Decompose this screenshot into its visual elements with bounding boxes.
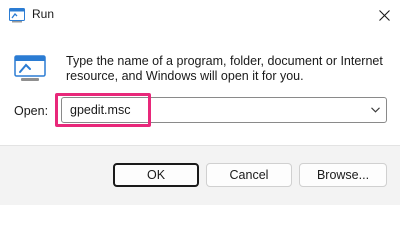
run-dialog: Run Type the name of a program, folder, … [0,0,400,205]
close-icon [378,9,390,21]
close-button[interactable] [368,0,400,30]
title-bar: Run [0,0,400,30]
open-combobox[interactable] [61,97,387,123]
browse-button[interactable]: Browse... [299,163,387,187]
dialog-description: Type the name of a program, folder, docu… [66,54,383,83]
chevron-down-icon [370,107,380,113]
open-label: Open: [14,104,49,118]
open-dropdown-button[interactable] [364,98,386,122]
open-input[interactable] [70,102,350,118]
run-app-icon [9,8,25,23]
run-icon [14,55,46,82]
window-title: Run [32,7,55,21]
cancel-button[interactable]: Cancel [206,163,292,187]
ok-button[interactable]: OK [113,163,199,187]
